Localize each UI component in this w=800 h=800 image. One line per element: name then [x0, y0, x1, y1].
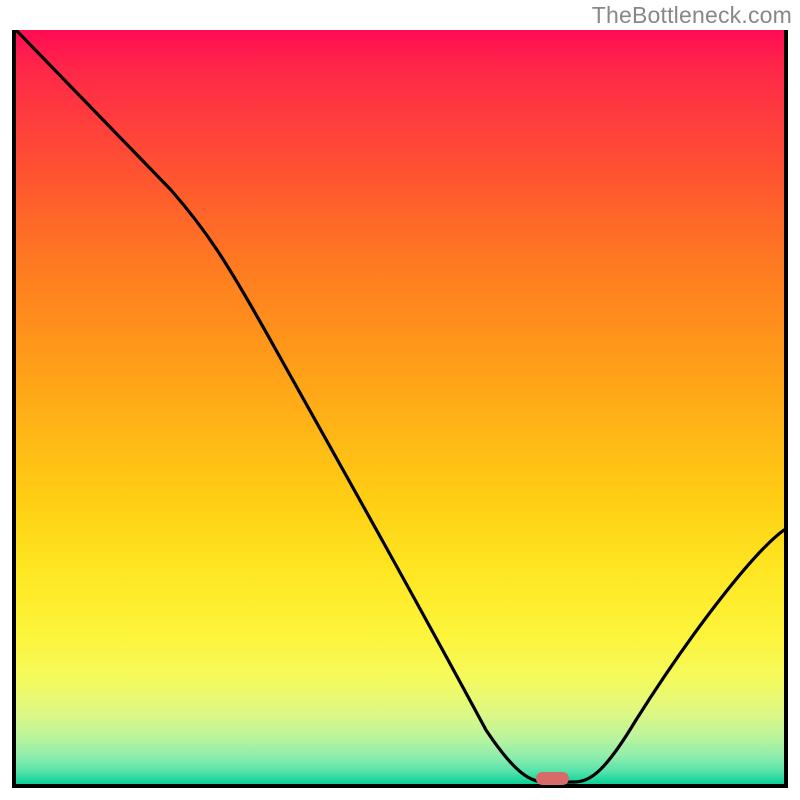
optimum-marker: [536, 772, 569, 785]
bottleneck-curve: [16, 30, 784, 784]
watermark-text: TheBottleneck.com: [592, 2, 792, 29]
plot-area: [12, 30, 788, 788]
chart-container: TheBottleneck.com: [0, 0, 800, 800]
